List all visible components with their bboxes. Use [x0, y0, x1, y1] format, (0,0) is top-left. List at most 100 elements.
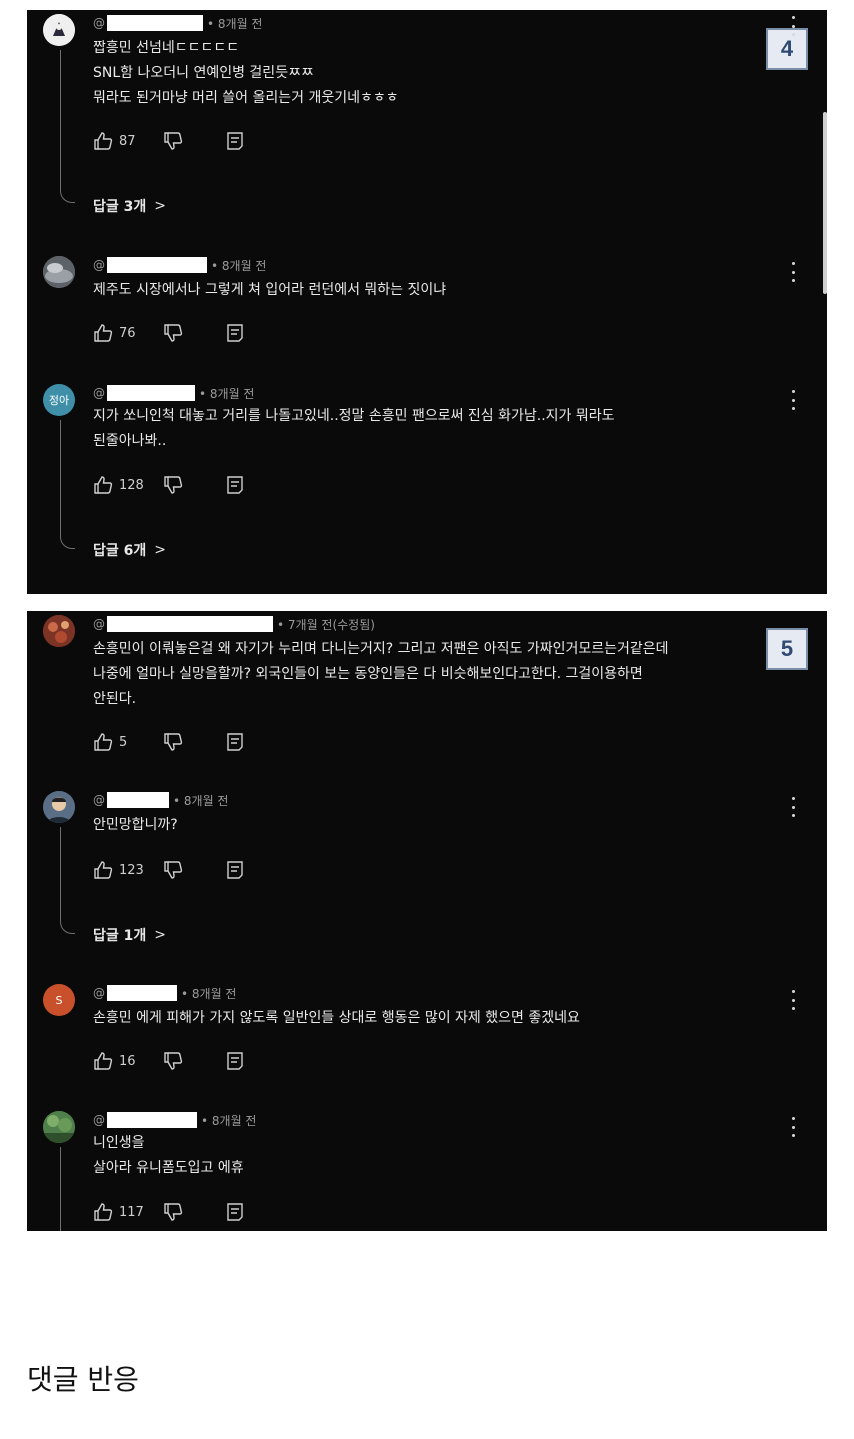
avatar: [43, 615, 75, 647]
thumbs-down-icon[interactable]: [163, 323, 183, 343]
replies-label: 답글 6개: [93, 543, 147, 559]
handle-prefix: @: [93, 617, 105, 631]
reply-icon[interactable]: [225, 1051, 245, 1071]
reply-icon[interactable]: [225, 475, 245, 495]
view-replies-button[interactable]: 답글 3개 >: [93, 196, 166, 216]
view-replies-button[interactable]: 답글 1개 >: [93, 925, 166, 945]
handle-prefix: @: [93, 1113, 105, 1127]
comment-meta: @ • 7개월 전(수정됨): [93, 615, 375, 633]
thumbs-up-icon[interactable]: [93, 1202, 113, 1222]
comment-text: 제주도 시장에서나 그렇게 쳐 입어라 런던에서 뭐하는 짓이냐: [93, 278, 446, 303]
handle-prefix: @: [93, 16, 105, 30]
thread-line: [60, 827, 75, 934]
comment-meta: @ • 8개월 전: [93, 791, 228, 809]
avatar: 정아: [43, 384, 75, 416]
reply-icon[interactable]: [225, 860, 245, 880]
comment-meta: @ • 8개월 전: [93, 14, 262, 32]
like-count: 123: [119, 862, 144, 878]
thumbs-up-icon[interactable]: [93, 732, 113, 752]
thumbs-down-icon[interactable]: [163, 1051, 183, 1071]
like-count: 117: [119, 1204, 144, 1220]
comment-actions: 76: [93, 322, 245, 344]
comment-text: 안민망합니까?: [93, 813, 178, 838]
comment-line: 나중에 얼마나 실망을할까? 외국인들이 보는 동양인들은 다 비슷해보인다고한…: [93, 666, 643, 682]
like-count: 76: [119, 325, 136, 341]
handle-prefix: @: [93, 793, 105, 807]
comment-line: 안민망합니까?: [93, 817, 178, 833]
chevron-right-icon: >: [154, 542, 166, 558]
thumbs-down-icon[interactable]: [163, 732, 183, 752]
reply-icon[interactable]: [225, 732, 245, 752]
thumbs-down-icon[interactable]: [163, 131, 183, 151]
like-count: 87: [119, 133, 136, 149]
chevron-right-icon: >: [154, 927, 166, 943]
comment-time: • 8개월 전: [207, 16, 263, 31]
comment-line: SNL함 나오더니 연예인병 걸린듯ㅉㅉ: [93, 65, 314, 81]
comment-time: • 8개월 전: [199, 386, 255, 401]
more-options-icon[interactable]: [787, 1117, 799, 1137]
redacted-handle: [107, 15, 203, 31]
avatar-initials: S: [55, 993, 63, 1007]
comment-meta: @ • 8개월 전: [93, 1111, 256, 1129]
comment-time: • 8개월 전: [173, 793, 229, 808]
reply-icon[interactable]: [225, 323, 245, 343]
comment: 정아 @ • 8개월 전 지가 쏘니인척 대놓고 거리를 나돌고있네..정말 손…: [27, 384, 827, 584]
view-replies-button[interactable]: 답글 6개 >: [93, 540, 166, 560]
comment-meta: @ • 8개월 전: [93, 984, 236, 1002]
thumbs-up-icon[interactable]: [93, 131, 113, 151]
comment-actions: 87: [93, 130, 245, 152]
comment-line: 지가 쏘니인척 대놓고 거리를 나돌고있네..정말 손흥민 팬으로써 진심 화가…: [93, 408, 615, 424]
thumbs-up-icon[interactable]: [93, 1051, 113, 1071]
comment-line: 살아라 유니폼도입고 에휴: [93, 1160, 244, 1176]
redacted-handle: [107, 616, 273, 632]
comment-time: • 8개월 전: [211, 258, 267, 273]
reply-icon[interactable]: [225, 1202, 245, 1222]
handle-prefix: @: [93, 258, 105, 272]
comment-actions: 16: [93, 1050, 245, 1072]
avatar-initials: 정아: [48, 394, 70, 407]
thread-line: [60, 1147, 61, 1231]
thumbs-up-icon[interactable]: [93, 475, 113, 495]
comment: @ • 7개월 전(수정됨) 손흥민이 이뤄놓은걸 왜 자기가 누리며 다니는거…: [27, 615, 827, 765]
comment: S @ • 8개월 전 손흥민 에게 피해가 가지 않도록 일반인들 상대로 행…: [27, 984, 827, 1076]
comment-line: 손흥민 에게 피해가 가지 않도록 일반인들 상대로 행동은 많이 자제 했으면…: [93, 1010, 580, 1026]
comment-text: 짭흥민 선넘네ㄷㄷㄷㄷㄷ SNL함 나오더니 연예인병 걸린듯ㅉㅉ 뭐라도 된거마냥…: [93, 36, 399, 111]
replies-label: 답글 3개: [93, 199, 147, 215]
like-count: 16: [119, 1053, 136, 1069]
thumbs-up-icon[interactable]: [93, 860, 113, 880]
thumbs-down-icon[interactable]: [163, 1202, 183, 1222]
thread-line: [60, 50, 75, 203]
comment-line: 안된다.: [93, 691, 137, 707]
comment-time: • 7개월 전(수정됨): [277, 617, 375, 632]
thumbs-up-icon[interactable]: [93, 323, 113, 343]
comment: @ • 8개월 전 니인생을살아라 유니폼도입고 에휴 117: [27, 1111, 827, 1231]
comment-text: 니인생을살아라 유니폼도입고 에휴: [93, 1131, 244, 1181]
comment-text: 손흥민이 이뤄놓은걸 왜 자기가 누리며 다니는거지? 그리고 저팬은 아직도 …: [93, 637, 669, 712]
avatar: S: [43, 984, 75, 1016]
reply-icon[interactable]: [225, 131, 245, 151]
comment: @ • 8개월 전 짭흥민 선넘네ㄷㄷㄷㄷㄷ SNL함 나오더니 연예인병 걸린듯…: [27, 14, 827, 216]
thread-line: [60, 420, 75, 549]
comment-line: 짭흥민 선넘네ㄷㄷㄷㄷㄷ: [93, 40, 240, 56]
comment-line: 손흥민이 이뤄놓은걸 왜 자기가 누리며 다니는거지? 그리고 저팬은 아직도 …: [93, 641, 669, 657]
like-count: 128: [119, 477, 144, 493]
comment-meta: @ • 8개월 전: [93, 256, 266, 274]
redacted-handle: [107, 1112, 197, 1128]
more-options-icon[interactable]: [787, 16, 799, 36]
more-options-icon[interactable]: [787, 797, 799, 817]
comment-actions: 123: [93, 859, 245, 881]
comment-time: • 8개월 전: [201, 1113, 257, 1128]
comment-actions: 117: [93, 1201, 245, 1223]
comment-line: 제주도 시장에서나 그렇게 쳐 입어라 런던에서 뭐하는 짓이냐: [93, 282, 447, 298]
more-options-icon[interactable]: [787, 262, 799, 282]
comment-line: 니인생을: [93, 1135, 145, 1151]
more-options-icon[interactable]: [787, 990, 799, 1010]
thumbs-down-icon[interactable]: [163, 475, 183, 495]
avatar: [43, 1111, 75, 1143]
section-title: 댓글 반응: [27, 1363, 139, 1396]
redacted-handle: [107, 385, 195, 401]
avatar: [43, 14, 75, 46]
more-options-icon[interactable]: [787, 390, 799, 410]
comment: @ • 8개월 전 제주도 시장에서나 그렇게 쳐 입어라 런던에서 뭐하는 짓…: [27, 256, 827, 346]
thumbs-down-icon[interactable]: [163, 860, 183, 880]
